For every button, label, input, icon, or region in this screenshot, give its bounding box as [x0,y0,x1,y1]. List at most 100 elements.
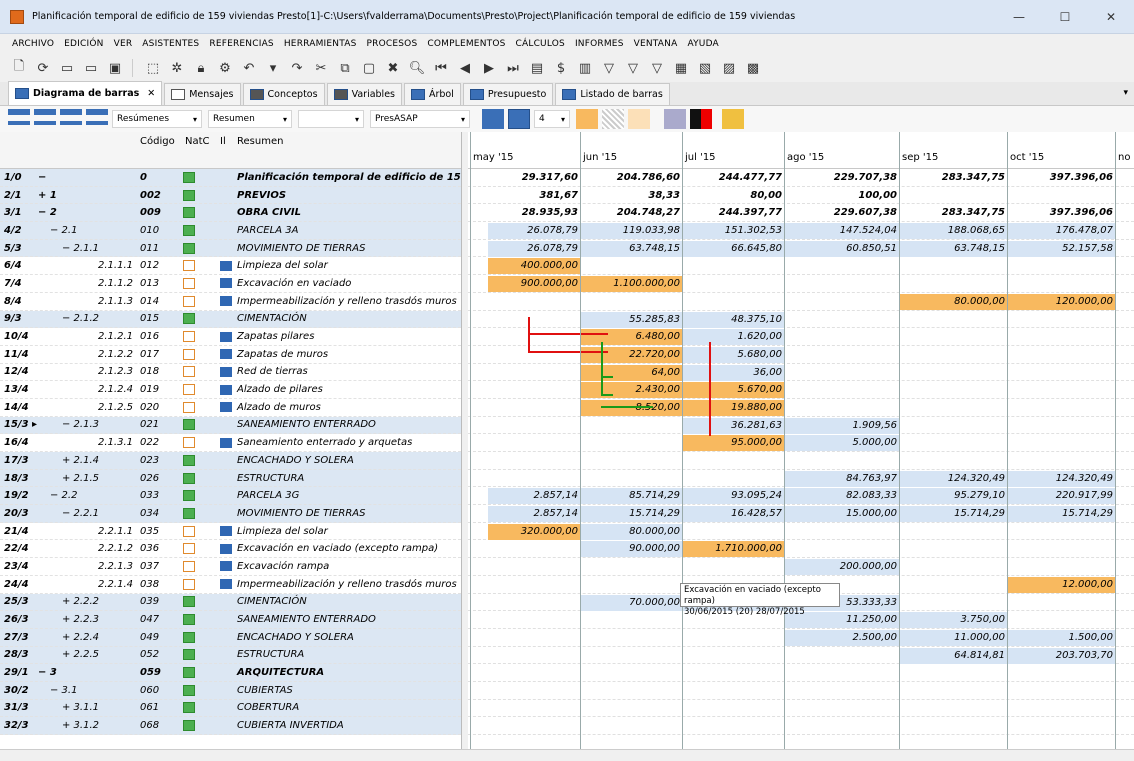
table-row[interactable]: 32/3 + 3.1.2 068 CUBIERTA INVERTIDA [0,717,461,735]
gantt-bar[interactable]: 19.880,00 [682,399,784,416]
gantt-value[interactable]: 15.714,29 [899,506,1007,523]
gantt-value[interactable]: 151.302,53 [682,223,784,240]
table-row[interactable]: 20/3 − 2.2.1 034 MOVIMIENTO DE TIERRAS [0,505,461,523]
gantt-value[interactable]: 397.396,06 [1007,170,1115,186]
gantt-value[interactable]: 244.477,77 [682,170,784,186]
gantt-value[interactable]: 60.850,51 [784,240,899,257]
gantt-value[interactable]: 283.347,75 [899,170,1007,186]
table-row[interactable]: 25/3 + 2.2.2 039 CIMENTACIÓN [0,593,461,612]
table-row[interactable]: 3/1 − 2 009 OBRA CIVIL [0,204,461,223]
tab-arbol[interactable]: Árbol [404,83,461,105]
preview-icon[interactable]: ⬚ [142,57,164,79]
row-tree-code[interactable]: 2.1.2.5 [98,402,133,413]
gantt-value[interactable]: 188.068,65 [899,223,1007,240]
gantt-value[interactable]: 124.320,49 [1007,470,1115,487]
table-row[interactable]: 7/4 2.1.1.2 013 Excavación en vaciado [0,275,461,293]
gantt-value[interactable]: 204.748,27 [580,205,682,221]
table-row[interactable]: 28/3 + 2.2.5 052 ESTRUCTURA [0,646,461,665]
level-icon[interactable] [60,109,82,129]
gantt-value[interactable]: 16.428,57 [682,506,784,523]
chart-icon[interactable]: ▥ [574,57,596,79]
row-tree-code[interactable]: − 2.1.1 [62,243,99,254]
table-row[interactable]: 31/3 + 3.1.1 061 COBERTURA [0,699,461,718]
highlight-icon[interactable] [722,109,744,129]
table-row[interactable]: 6/4 2.1.1.1 012 Limpieza del solar [0,257,461,276]
menu-item[interactable]: PROCESOS [367,39,418,49]
gantt-value[interactable]: 80.000,00 [580,523,682,540]
menu-item[interactable]: COMPLEMENTOS [427,39,505,49]
table-row[interactable]: 8/4 2.1.1.3 014 Impermeabilización y rellen… [0,293,461,311]
gantt-value[interactable]: 1.500,00 [1007,629,1115,646]
gantt-value[interactable]: 90.000,00 [580,541,682,558]
undo-dropdown-icon[interactable]: ▾ [262,57,284,79]
gantt-value[interactable]: 283.347,75 [899,205,1007,221]
gantt-value[interactable]: 26.078,79 [488,223,580,240]
gantt-value[interactable]: 15.000,00 [784,506,899,523]
gantt-value[interactable]: 80,00 [682,188,784,204]
light-bar-icon[interactable] [628,109,650,129]
delete-icon[interactable]: ✖ [382,57,404,79]
gantt-value[interactable]: 200.000,00 [784,559,899,576]
collapse-icon[interactable] [34,109,56,129]
gantt-value[interactable]: 3.750,00 [899,612,1007,629]
gantt-value[interactable]: 100,00 [784,188,899,204]
gantt-value[interactable]: 229.607,38 [784,205,899,221]
row-tree-code[interactable]: 2.2.1.3 [98,561,133,572]
row-tree-code[interactable]: + 2.2.4 [62,632,99,643]
gantt-value[interactable]: 1.909,56 [784,417,899,434]
undo-icon[interactable]: ↶ [238,57,260,79]
gantt-value[interactable]: 15.714,29 [1007,506,1115,523]
last-icon[interactable]: ⏭ [502,57,524,79]
cut-icon[interactable]: ✂ [310,57,332,79]
menu-item[interactable]: INFORMES [575,39,624,49]
table-row[interactable]: 24/4 2.2.1.4 038 Impermeabilización y relle… [0,576,461,594]
gantt-value[interactable]: 5.680,00 [682,346,784,363]
row-tree-code[interactable]: + 2.2.5 [62,649,99,660]
menu-item[interactable]: AYUDA [687,39,718,49]
table-row[interactable]: 4/2 − 2.1 010 PARCELA 3A [0,222,461,240]
gantt-bar[interactable]: 400.000,00 [488,258,580,275]
row-tree-code[interactable]: − 3 [38,667,57,678]
table-row[interactable]: 27/3 + 2.2.4 049 ENCACHADO Y SOLERA [0,628,461,647]
row-tree-code[interactable]: 2.1.2.1 [98,331,133,342]
gantt-value[interactable]: 147.524,04 [784,223,899,240]
table-row[interactable]: 16/4 2.1.3.1 022 Saneamiento enterrado y ar… [0,434,461,452]
row-tree-code[interactable]: + 2.2.2 [62,596,99,607]
note-icon[interactable]: ▩ [742,57,764,79]
gantt-value[interactable]: 52.157,58 [1007,240,1115,257]
tab-overflow-icon[interactable]: ▾ [1123,88,1128,98]
report-icon[interactable]: ▧ [694,57,716,79]
copy-icon[interactable]: ⧉ [334,57,356,79]
table-row[interactable]: 26/3 + 2.2.3 047 SANEAMIENTO ENTERRADO [0,611,461,629]
gantt-bar[interactable]: 22.720,00 [580,346,682,363]
gantt-value[interactable]: 204.786,60 [580,170,682,186]
gantt-value[interactable]: 2.500,00 [784,629,899,646]
gantt-options-icon[interactable] [482,109,504,129]
gantt-value[interactable]: 2.857,14 [488,488,580,505]
gantt-value[interactable]: 38,33 [580,188,682,204]
tab-presupuesto[interactable]: Presupuesto [462,83,554,105]
gantt-value[interactable]: 5.000,00 [784,435,899,452]
row-tree-code[interactable]: − 2.1.2 [62,313,99,324]
first-icon[interactable]: ⏮ [430,57,452,79]
gantt-value[interactable]: 29.317,60 [488,170,580,186]
gantt-value[interactable]: 85.714,29 [580,488,682,505]
row-tree-code[interactable]: + 2.1.4 [62,455,99,466]
minimize-button[interactable]: — [996,0,1042,34]
row-tree-code[interactable]: 2.2.1.2 [98,543,133,554]
lock-icon[interactable]: 🔒︎ [190,57,212,79]
gantt-value[interactable]: 64.814,81 [899,647,1007,664]
gantt-value[interactable]: 82.083,33 [784,488,899,505]
row-tree-code[interactable]: − 2.2.1 [62,508,99,519]
doc-icon[interactable]: ▨ [718,57,740,79]
new-icon[interactable]: 🗋 [8,57,30,79]
table-row[interactable]: 29/1 − 3 059 ARQUITECTURA [0,664,461,682]
open-folder-icon[interactable]: ▭ [80,57,102,79]
row-tree-code[interactable]: − 2 [38,207,57,218]
menu-item[interactable]: EDICIÓN [64,39,103,49]
open-icon[interactable]: ▭ [56,57,78,79]
row-tree-code[interactable]: 2.1.1.3 [98,296,133,307]
gantt-value[interactable]: 203.703,70 [1007,647,1115,664]
gantt-value[interactable]: 124.320,49 [899,470,1007,487]
gantt-bar[interactable]: 95.000,00 [682,435,784,452]
